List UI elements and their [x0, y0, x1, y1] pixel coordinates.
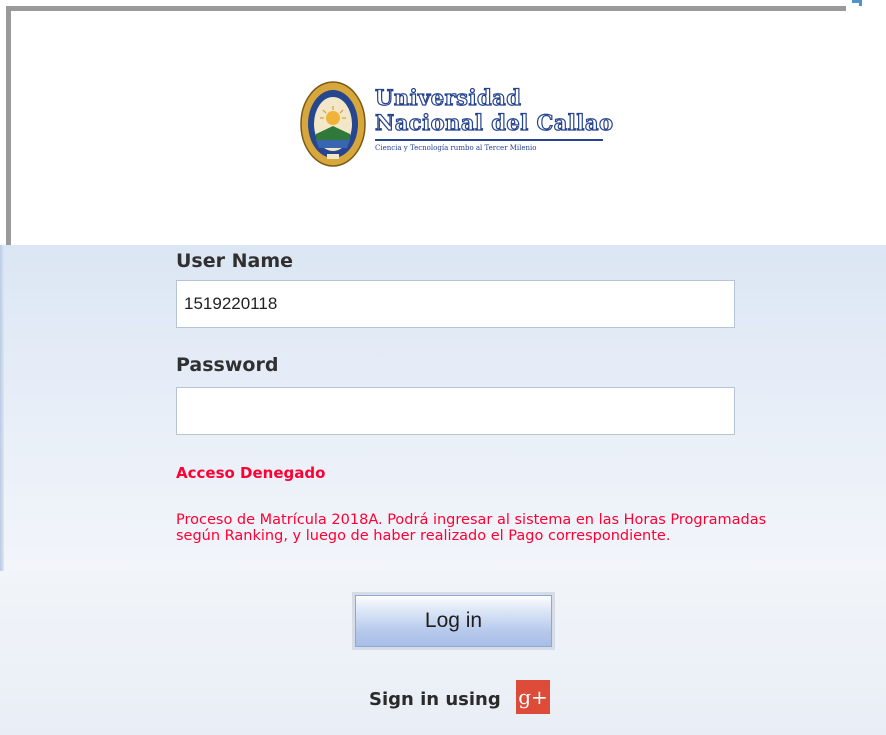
logo-divider	[375, 139, 603, 141]
corner-marker-icon	[852, 0, 862, 6]
username-label: User Name	[176, 250, 294, 272]
panel-edge	[0, 245, 4, 571]
university-logo: Universidad Nacional del Callao Ciencia …	[299, 80, 619, 170]
logo-tagline: Ciencia y Tecnología rumbo al Tercer Mil…	[375, 144, 537, 152]
logo-title-line1: Universidad	[374, 85, 522, 110]
login-page: Universidad Nacional del Callao Ciencia …	[0, 0, 886, 735]
error-message: Proceso de Matrícula 2018A. Podrá ingres…	[176, 512, 767, 544]
error-title: Acceso Denegado	[176, 464, 326, 482]
window-frame-top	[6, 6, 846, 11]
logo-title-line2: Nacional del Callao	[374, 110, 614, 135]
password-label: Password	[176, 354, 279, 376]
sign-in-using-label: Sign in using	[369, 689, 501, 710]
google-plus-icon[interactable]: g+	[516, 680, 550, 714]
password-input[interactable]	[176, 387, 735, 435]
login-button[interactable]: Log in	[352, 592, 555, 650]
university-seal-icon	[300, 81, 366, 167]
username-input[interactable]	[176, 280, 735, 328]
